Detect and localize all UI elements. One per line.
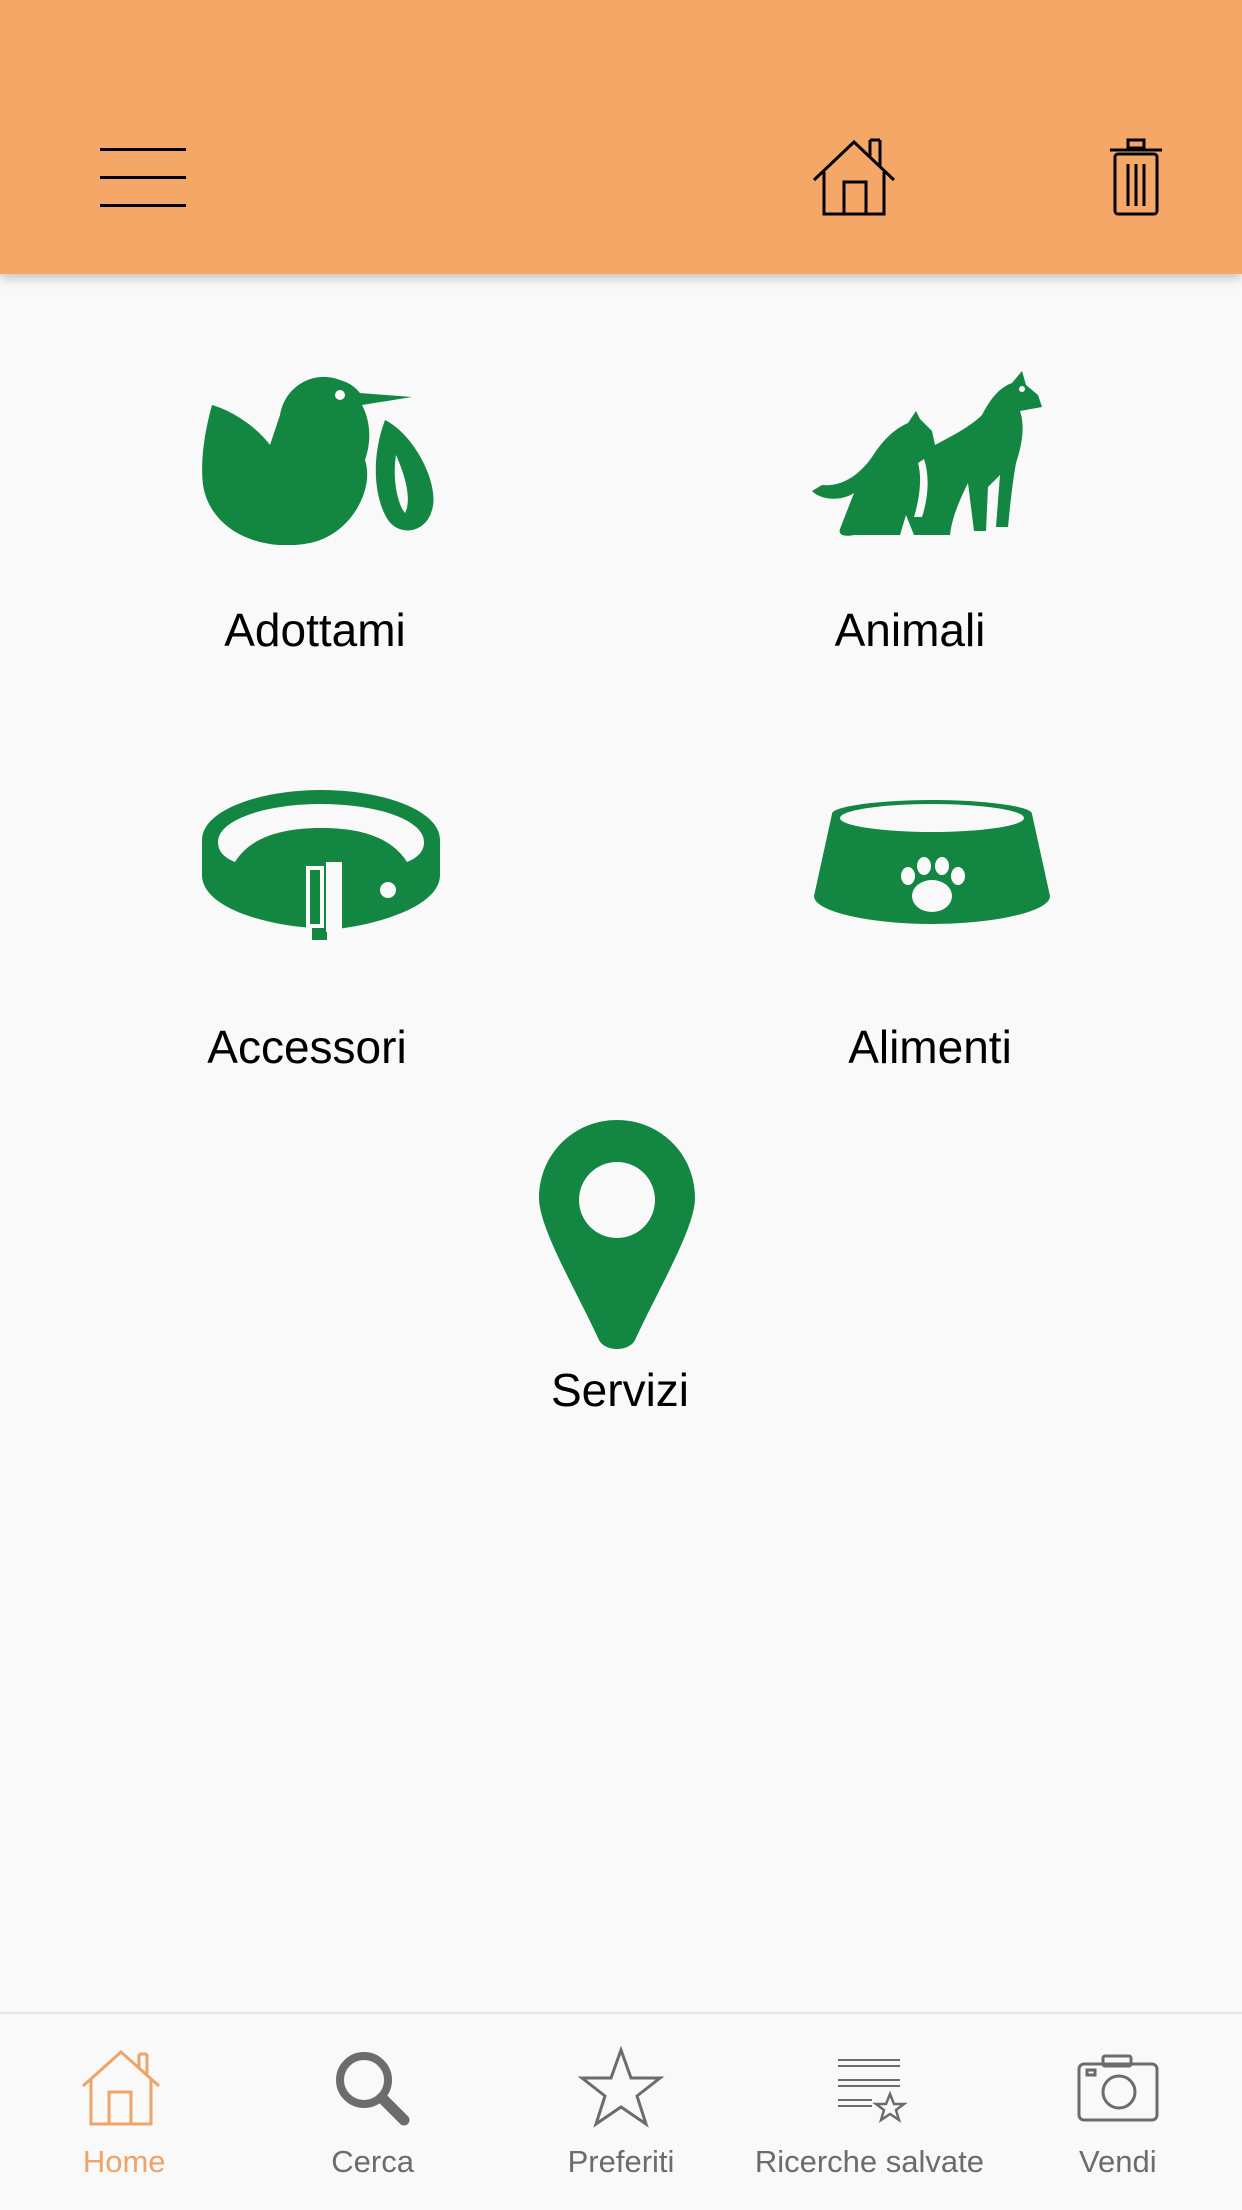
nav-label: Cerca bbox=[331, 2144, 414, 2179]
collar-icon bbox=[202, 790, 440, 940]
pets-icon bbox=[812, 371, 1042, 536]
category-label: Animali bbox=[834, 604, 986, 656]
home-button[interactable] bbox=[808, 134, 904, 230]
nav-label: Preferiti bbox=[567, 2144, 675, 2179]
category-accessori[interactable]: Accessori bbox=[100, 780, 530, 1080]
nav-label: Home bbox=[82, 2144, 166, 2179]
category-alimenti[interactable]: Alimenti bbox=[730, 780, 1150, 1080]
category-label: Adottami bbox=[224, 604, 406, 656]
category-label: Accessori bbox=[207, 1021, 407, 1073]
nav-home[interactable]: Home bbox=[0, 2014, 248, 2210]
star-icon bbox=[577, 2046, 665, 2128]
category-animali[interactable]: Animali bbox=[730, 355, 1150, 675]
category-adottami[interactable]: Adottami bbox=[100, 355, 530, 675]
home-icon bbox=[82, 2049, 161, 2126]
bottom-navigation: Home Cerca Preferiti Ricerche salvate Ve… bbox=[0, 2012, 1242, 2210]
nav-search[interactable]: Cerca bbox=[248, 2014, 496, 2210]
nav-saved-searches[interactable]: Ricerche salvate bbox=[745, 2014, 993, 2210]
nav-label: Ricerche salvate bbox=[754, 2144, 984, 2179]
trash-button[interactable] bbox=[1100, 134, 1184, 230]
bird-icon bbox=[202, 376, 434, 545]
category-label: Alimenti bbox=[848, 1021, 1012, 1073]
category-servizi[interactable]: Servizi bbox=[480, 1120, 760, 1420]
nav-label: Vendi bbox=[1079, 2144, 1157, 2179]
trash-icon bbox=[1110, 138, 1162, 216]
camera-icon bbox=[1077, 2054, 1159, 2122]
food-bowl-icon bbox=[814, 800, 1050, 924]
home-icon bbox=[812, 138, 896, 216]
nav-favorites[interactable]: Preferiti bbox=[497, 2014, 745, 2210]
menu-icon bbox=[100, 148, 186, 207]
app-bar bbox=[0, 0, 1242, 274]
category-label: Servizi bbox=[550, 1364, 690, 1416]
location-pin-icon bbox=[539, 1120, 695, 1349]
saved-search-icon bbox=[838, 2059, 909, 2123]
search-icon bbox=[335, 2052, 410, 2126]
nav-sell[interactable]: Vendi bbox=[994, 2014, 1242, 2210]
menu-button[interactable] bbox=[100, 140, 206, 214]
